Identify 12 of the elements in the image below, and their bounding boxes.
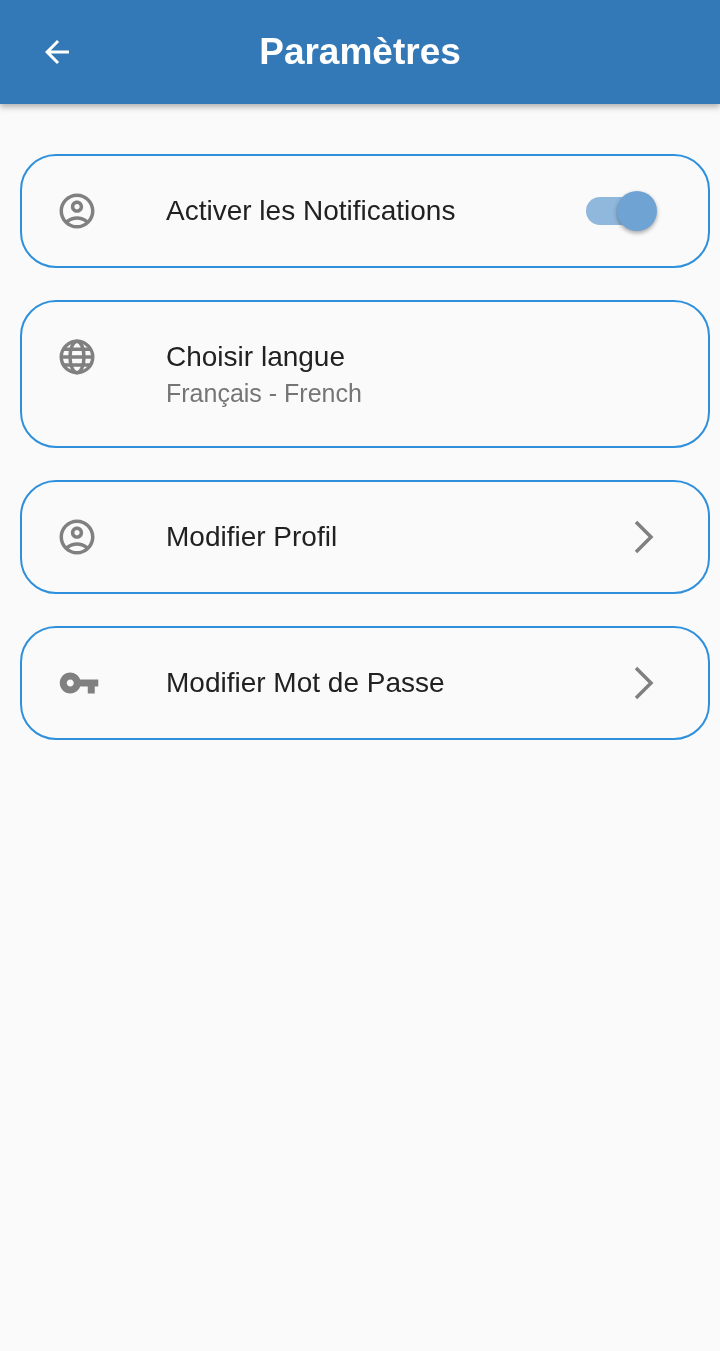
item-title: Modifier Profil	[166, 520, 339, 554]
item-title: Modifier Mot de Passe	[166, 666, 446, 700]
settings-item[interactable]: Choisir langue Français - French	[20, 300, 710, 448]
settings-item[interactable]: Modifier Mot de Passe	[20, 626, 710, 740]
item-subtitle: Français - French	[166, 378, 363, 409]
settings-item[interactable]: Activer les Notifications	[20, 154, 710, 268]
notifications-switch[interactable]	[586, 191, 658, 231]
settings-item[interactable]: Modifier Profil	[20, 480, 710, 594]
item-title: Choisir langue	[166, 340, 346, 374]
item-title: Activer les Notifications	[166, 194, 457, 228]
switch-thumb[interactable]	[617, 191, 657, 231]
screen-title: Paramètres	[259, 31, 461, 73]
